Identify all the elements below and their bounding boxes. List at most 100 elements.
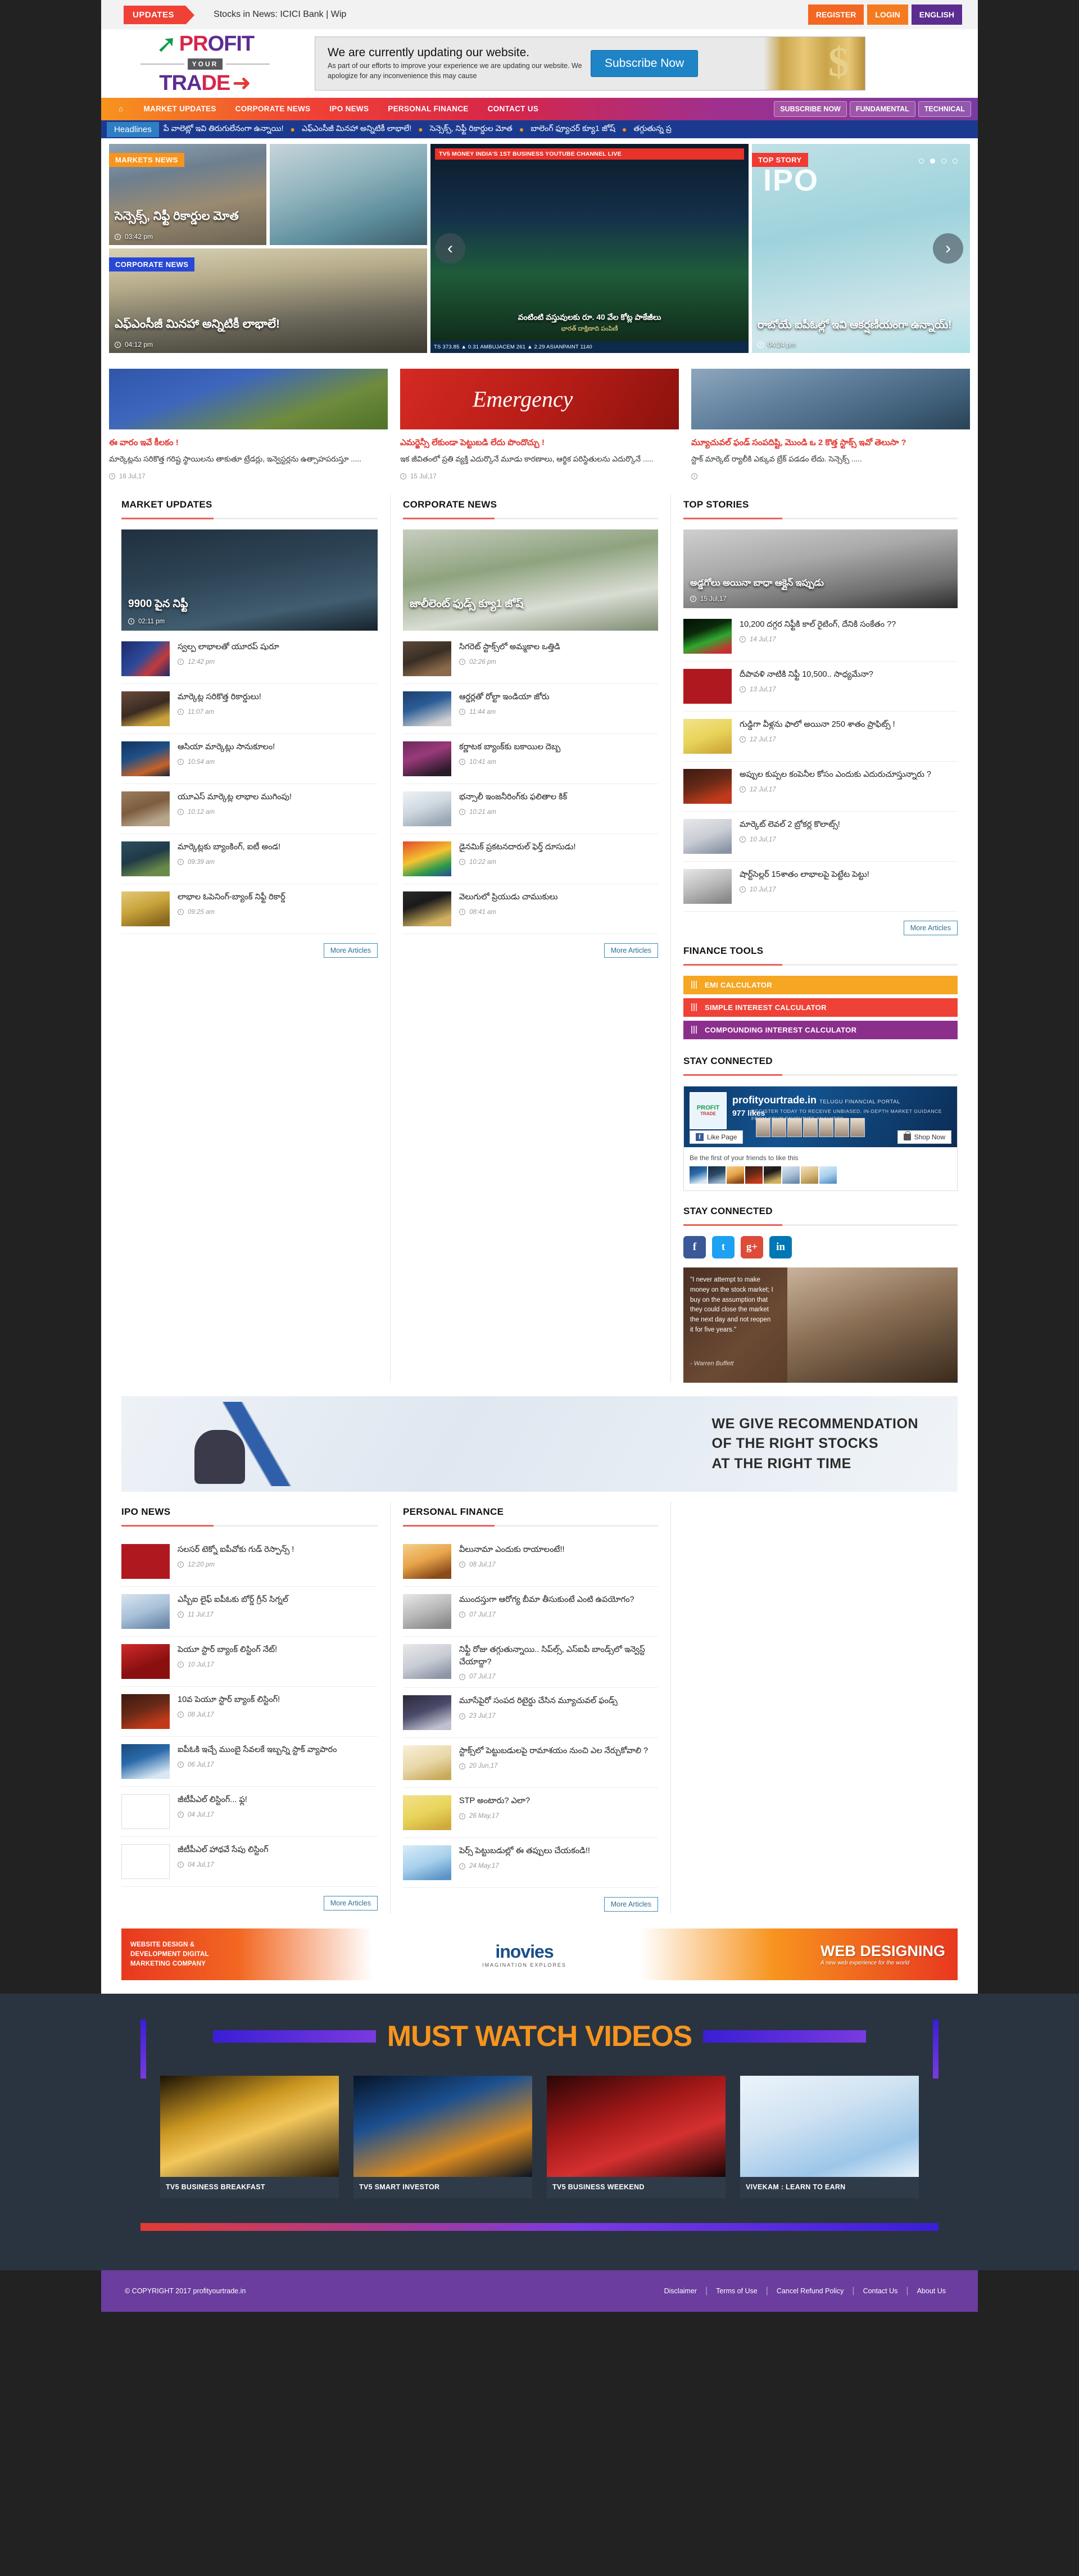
nav-ipo-news[interactable]: IPO NEWS (320, 98, 378, 120)
video-card[interactable]: TV5 BUSINESS WEEKEND (547, 2076, 726, 2199)
more-articles-button-top[interactable]: More Articles (903, 920, 958, 935)
feature-card[interactable]: ఎమర్జెన్సీ లేకుండా పెట్టుబడి లేదు పొందొచ… (400, 369, 679, 480)
slider-dot-active[interactable] (930, 159, 935, 164)
lead-story-top[interactable]: అడ్డగోలు అయినా బాధా ఆక్లైన్ ఇప్పుడు 15 J… (683, 529, 958, 608)
headline-item[interactable]: బాలెంగ్ ఫ్యూచర్ క్యూ1 జోష్ (531, 124, 615, 135)
language-button[interactable]: ENGLISH (911, 4, 962, 25)
nav-contact-us[interactable]: CONTACT US (478, 98, 548, 120)
list-item[interactable]: యూఎస్ మార్కెట్ల లాభాల ముగింపు! 10:12 am (121, 784, 378, 834)
footer-link-contact-us[interactable]: Contact Us (855, 2287, 906, 2295)
list-item[interactable]: స్వల్ప లాభాలతో యూరప్ షురూ 12:42 pm (121, 634, 378, 684)
googleplus-icon[interactable]: g+ (741, 1235, 763, 1258)
list-item[interactable]: అప్పుల కుప్పల కంపెనీల కోసం ఎందుకు ఎదురుచ… (683, 762, 958, 812)
slider-dots[interactable] (919, 159, 958, 164)
list-item[interactable]: ఆసియా మార్కెట్లు సానుకూలం! 10:54 am (121, 734, 378, 784)
bar-left-decoration (212, 2030, 376, 2043)
facebook-icon[interactable]: f (683, 1235, 706, 1258)
list-item[interactable]: సిగరెట్ స్టాక్స్‌లో అమ్మకాల ఒత్తిడి 02:26… (403, 634, 658, 684)
tool-emi-calculator[interactable]: EMI CALCULATOR (683, 975, 958, 994)
site-logo[interactable]: ➚ PROFIT YOUR TRADE ➜ (112, 31, 298, 96)
nav-subscribe-now[interactable]: SUBSCRIBE NOW (774, 101, 847, 117)
facebook-shop-now-button[interactable]: Shop Now (897, 1130, 951, 1144)
list-item[interactable]: షార్ట్‌సెల్లర్ 15శాతం లాభాలపై పెట్టేట పె… (683, 862, 958, 912)
more-articles-button-ipo[interactable]: More Articles (323, 1895, 378, 1911)
headline-item[interactable]: ఎఫ్ఎంసీజీ మినహా అన్నిటికీ లాభాలే! (302, 124, 411, 135)
list-item[interactable]: కర్ణాటక బ్యాంక్‌కు బకాయిల దెబ్బ 10:41 am (403, 734, 658, 784)
list-item[interactable]: వీలునామా ఎందుకు రాయాలంటే!! 08 Jul,17 (403, 1537, 658, 1587)
list-item[interactable]: మార్కెట్ లెవల్ 2 బ్రోకర్ల కొలాట్స్! 10 Ju… (683, 812, 958, 862)
recommendation-banner[interactable]: WE GIVE RECOMMENDATION OF THE RIGHT STOC… (121, 1396, 958, 1492)
list-item[interactable]: డైనమిక్ ప్రకటనదారుల్ ఫెర్త్ దూసుడు! 10:22… (403, 834, 658, 884)
hero-tile-markets[interactable]: MARKETS NEWS సెన్సెక్స్, నిఫ్టీ రికార్డు… (109, 144, 266, 245)
slider-dot[interactable] (919, 159, 924, 164)
list-item[interactable]: జీటీపీఎల్ లిస్టింగ్... ఫ్ల! 04 Jul,17 (121, 1787, 378, 1837)
list-item[interactable]: ఐపీఓకి ఇచ్చే ముంబై సేవలకే ఇబ్బన్ని స్టాక… (121, 1737, 378, 1787)
twitter-icon[interactable]: t (712, 1235, 735, 1258)
list-item[interactable]: STP అంటారు? ఎలా? 26 May,17 (403, 1788, 658, 1839)
list-item[interactable]: నిఫ్టీ రోజు తగ్గుతున్నాయి.. సిప్‌ల్స్, ఎ… (403, 1637, 658, 1688)
list-item[interactable]: దీపావళి నాటికి నిఫ్టీ 10,500.. సాధ్యమేనా… (683, 662, 958, 712)
news-title: ఐపీఓకి ఇచ్చే ముంబై సేవలకే ఇబ్బన్ని స్టాక… (178, 1745, 337, 1754)
hero-tile-corporate[interactable]: CORPORATE NEWS ఎఫ్ఎంసీజీ మినహా అన్నిటికీ… (109, 248, 427, 353)
video-card[interactable]: TV5 SMART INVESTOR (353, 2076, 532, 2199)
clock-icon (459, 1561, 465, 1568)
list-item[interactable]: లాభాల ఓపెనింగ్-బ్యాంక్ నిఫ్టీ రికార్డ్ 09… (121, 884, 378, 934)
headline-item[interactable]: పే వాలెట్లో ఇవి తిరుగులేనంగా ఉన్నాయి! (164, 124, 284, 135)
feature-card[interactable]: ఈ వారం ఇవే కీలకం ! మార్కెట్లను సరికొత్త … (109, 369, 388, 480)
lead-story-corporate[interactable]: జాలీలెంట్ ఫుడ్స్ క్యూ1 జోష్ (403, 529, 658, 631)
hero-tile-topstory[interactable]: TOP STORY IPO రాబోయే ఐపీఓల్లో ఇవి ఆకర్షణ… (752, 144, 970, 353)
nav-personal-finance[interactable]: PERSONAL FINANCE (378, 98, 478, 120)
list-item[interactable]: ఎస్బీఐ లైఫ్ ఐపీఓకు బోర్డ్ గ్రీన్ సిగ్నల్… (121, 1587, 378, 1637)
list-item[interactable]: స్టాక్స్‌లో పెట్టుబడులపై రామాశయం నుంచి ఎ… (403, 1738, 658, 1789)
footer-link-terms-of-use[interactable]: Terms of Use (708, 2287, 766, 2295)
headline-item[interactable]: సెన్సెక్స్, నిఫ్టీ రికార్డుల మోత (430, 124, 513, 135)
list-item[interactable]: మూసేపైరో సంపద రిటైర్డు చేసిన మ్యూచువల్ ఫ… (403, 1688, 658, 1739)
list-item[interactable]: భన్సాలీ ఇంజనీరింగ్‌కు ఫలితాల కిక్ 10:21 a… (403, 784, 658, 834)
list-item[interactable]: పెర్స్ పెట్టుబడుల్లో ఈ తప్పులు చేయకండి!!… (403, 1838, 658, 1889)
facebook-page-widget[interactable]: PROFIT TRADE profityourtrade.in TELUGU FI… (683, 1085, 958, 1191)
login-button[interactable]: LOGIN (867, 4, 908, 25)
list-item[interactable]: ఆర్డర్లతో రోల్టా ఇండియా జోరు 11:44 am (403, 684, 658, 734)
footer-link-disclaimer[interactable]: Disclaimer (656, 2287, 705, 2295)
hero-tile-nse[interactable] (270, 144, 427, 245)
home-icon[interactable]: ⌂ (109, 98, 133, 120)
list-item[interactable]: జీటీపీఎల్ హాథవే సేపు లిస్టింగ్ 04 Jul,17 (121, 1837, 378, 1887)
nav-corporate-news[interactable]: CORPORATE NEWS (226, 98, 320, 120)
nav-technical[interactable]: TECHNICAL (918, 101, 971, 117)
facebook-like-page-button[interactable]: f Like Page (690, 1130, 743, 1144)
slider-prev-button[interactable]: ‹ (435, 233, 465, 264)
list-item[interactable]: మార్కెట్ల సరికొత్త రికార్డులు! 11:07 am (121, 684, 378, 734)
list-item[interactable]: వెలుగులో ప్రియుడు చాముకులు 08:41 am (403, 884, 658, 934)
slider-dot[interactable] (941, 159, 946, 164)
list-item[interactable]: పెయూ స్టార్ బ్యాంక్ లిస్టింగ్ నేట్! 10 Ju… (121, 1637, 378, 1687)
slider-dot[interactable] (953, 159, 958, 164)
list-item[interactable]: 10వ పెయూ స్టార్ బ్యాంక్ లిస్టింగ్! 08 Jul… (121, 1687, 378, 1737)
slider-next-button[interactable]: › (933, 233, 963, 264)
headline-item[interactable]: తగ్గుతున్న ప్ర (633, 124, 671, 135)
nav-market-updates[interactable]: MARKET UPDATES (134, 98, 225, 120)
web-design-ad[interactable]: WEBSITE DESIGN & DEVELOPMENT DIGITAL MAR… (121, 1928, 958, 1981)
more-articles-button-corporate[interactable]: More Articles (604, 943, 658, 958)
subscribe-now-button[interactable]: Subscribe Now (591, 50, 699, 77)
linkedin-icon[interactable]: in (769, 1235, 792, 1258)
list-item[interactable]: సలసర్ టెక్నో ఐపీవోకు గుడ్ రెస్పాన్స్ ! 12… (121, 1537, 378, 1587)
lead-story-market[interactable]: 9900 పైన నిఫ్టీ 02:11 pm (121, 529, 378, 631)
tool-simple-interest-calculator[interactable]: SIMPLE INTEREST CALCULATOR (683, 998, 958, 1017)
more-articles-button-market[interactable]: More Articles (323, 943, 378, 958)
footer-link-cancel-refund-policy[interactable]: Cancel Refund Policy (768, 2287, 853, 2295)
subscribe-ad-banner[interactable]: We are currently updating our website. A… (315, 37, 865, 90)
video-card[interactable]: VIVEKAM : LEARN TO EARN (740, 2076, 919, 2199)
list-item[interactable]: ముందస్తుగా ఆరోగ్య బీమా తీసుకుంటే ఎంటి ఉప… (403, 1587, 658, 1637)
feature-card[interactable]: మ్యూచువల్ ఫండ్ సంపదిష్టి, మొండి ఒ 2 కొత్… (691, 369, 970, 480)
tool-compounding-interest-calculator[interactable]: COMPOUNDING INTEREST CALCULATOR (683, 1020, 958, 1039)
list-item[interactable]: గుడ్డిగా వీళ్లను ఫాలో అయినా 250 శాతం ప్ర… (683, 712, 958, 762)
hero-tile-tv5[interactable]: TV5 MONEY INDIA'S 1ST BUSINESS YOUTUBE C… (430, 144, 749, 353)
footer-link-about-us[interactable]: About Us (909, 2287, 954, 2295)
logo-trade-b: DE (201, 71, 230, 95)
video-card[interactable]: TV5 BUSINESS BREAKFAST (160, 2076, 339, 2199)
list-item[interactable]: మార్కెట్లకు బ్యాంకింగ్, ఐటీ అండ! 09:39 am (121, 834, 378, 884)
list-item[interactable]: 10,200 దగ్గర నిఫ్టీకి కాల్ రైటింగ్, దేని… (683, 612, 958, 662)
register-button[interactable]: REGISTER (808, 4, 864, 25)
more-articles-button-personal[interactable]: More Articles (604, 1897, 658, 1912)
nav-fundamental[interactable]: FUNDAMENTAL (849, 101, 915, 117)
